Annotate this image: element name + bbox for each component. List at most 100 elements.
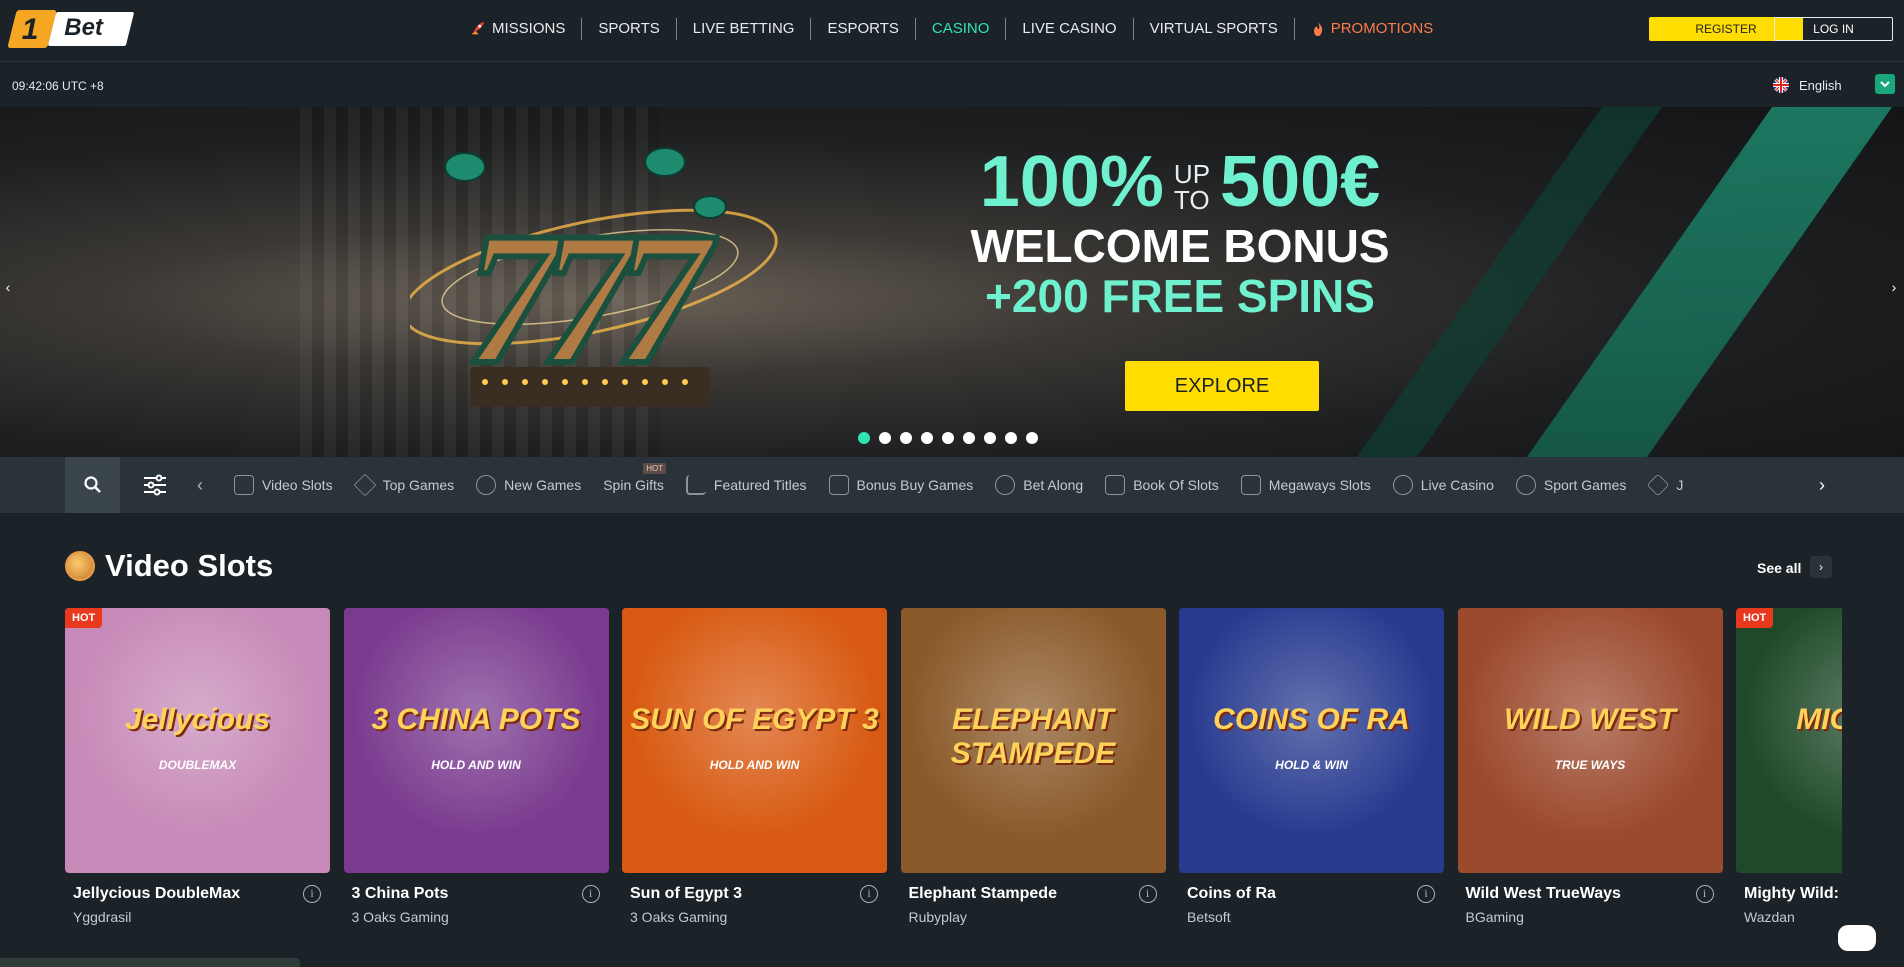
filter-button[interactable]: [138, 471, 172, 499]
chat-button[interactable]: [1838, 925, 1876, 951]
game-name: Mighty Wild:: [1744, 885, 1839, 902]
game-name: 3 China Pots: [351, 885, 449, 902]
info-icon[interactable]: i: [581, 885, 600, 903]
nav-virtual-sports[interactable]: VIRTUAL SPORTS: [1134, 18, 1295, 40]
game-card[interactable]: Jellycious DOUBLEMAX HOT Jellycious Doub…: [65, 608, 330, 925]
info-icon[interactable]: i: [303, 885, 321, 903]
game-thumbnail[interactable]: 3 CHINA POTS HOLD AND WIN: [343, 608, 609, 873]
gift-icon: [828, 475, 849, 495]
top-header: 1 Bet MISSIONS SPORTS LIVE BETTING ESPOR…: [0, 0, 1904, 62]
game-name: Jellycious DoubleMax: [73, 885, 241, 902]
lucky-777-illustration: 777: [410, 147, 778, 407]
game-card[interactable]: 3 CHINA POTS HOLD AND WIN 3 China Pots 3…: [343, 608, 609, 925]
category-featured-titles[interactable]: Featured Titles: [685, 475, 823, 495]
game-card[interactable]: WILD WEST TRUE WAYS Wild West TrueWays B…: [1457, 608, 1723, 925]
game-name: Sun of Egypt 3: [630, 885, 742, 902]
category-bonus-buy[interactable]: Bonus Buy Games: [828, 475, 990, 495]
game-art-subtitle: HOLD AND WIN: [709, 758, 800, 772]
svg-text:7: 7: [615, 194, 717, 404]
see-all-link[interactable]: See all: [1757, 560, 1801, 576]
game-art-subtitle: HOLD AND WIN: [431, 758, 521, 772]
game-name: Elephant Stampede: [908, 885, 1057, 902]
category-megaways[interactable]: Megaways Slots: [1240, 475, 1387, 495]
carousel-dot[interactable]: [900, 432, 912, 444]
game-card[interactable]: MIGHT PA HOT Mighty Wild: Wazdan i: [1736, 608, 1842, 925]
carousel-next-arrow[interactable]: ›: [1886, 267, 1902, 307]
game-thumbnail[interactable]: COINS OF RA HOLD & WIN: [1179, 608, 1444, 873]
game-thumbnail[interactable]: MIGHT PA HOT: [1736, 608, 1842, 873]
game-thumbnail[interactable]: ELEPHANT STAMPEDE: [900, 608, 1166, 873]
bonus-headline: 100% UP TO 500€ WELCOME BONUS +200 FREE …: [960, 142, 1400, 322]
carousel-prev-arrow[interactable]: ‹: [0, 267, 16, 307]
category-list: Video Slots Top Games New Games HOT Spin …: [234, 457, 1806, 513]
game-provider: Rubyplay: [908, 909, 967, 925]
game-thumbnail[interactable]: WILD WEST TRUE WAYS: [1457, 608, 1723, 873]
ball-icon: [1515, 475, 1536, 495]
nav-live-betting[interactable]: LIVE BETTING: [677, 18, 812, 40]
nav-missions[interactable]: MISSIONS: [462, 18, 583, 40]
game-card[interactable]: ELEPHANT STAMPEDE Elephant Stampede Ruby…: [900, 608, 1166, 925]
language-dropdown-toggle[interactable]: [1875, 74, 1895, 94]
game-card[interactable]: COINS OF RA HOLD & WIN Coins of Ra Betso…: [1179, 608, 1444, 925]
nav-sports[interactable]: SPORTS: [582, 18, 677, 40]
category-spin-gifts[interactable]: HOT Spin Gifts: [603, 463, 680, 493]
category-book-of-slots[interactable]: Book Of Slots: [1105, 475, 1235, 495]
category-new-games[interactable]: New Games: [476, 475, 597, 495]
info-icon[interactable]: i: [860, 885, 878, 903]
game-thumbnail[interactable]: Jellycious DOUBLEMAX HOT: [65, 608, 330, 873]
info-icon[interactable]: i: [1138, 885, 1157, 903]
hot-badge: HOT: [1736, 608, 1774, 628]
see-all-arrow[interactable]: ›: [1810, 556, 1832, 578]
promo-banner: 777 100% UP TO 500€ WELCOME BONUS +200 F…: [0, 107, 1904, 457]
uk-flag-icon: [1773, 77, 1789, 93]
carousel-dot[interactable]: [942, 432, 954, 444]
carousel-dot[interactable]: [921, 432, 933, 444]
sliders-icon: [144, 474, 166, 496]
game-card[interactable]: SUN OF EGYPT 3 HOLD AND WIN Sun of Egypt…: [622, 608, 887, 925]
category-jackpot[interactable]: J: [1647, 473, 1699, 497]
welcome-bonus-text: WELCOME BONUS: [970, 220, 1390, 272]
game-provider: Betsoft: [1187, 909, 1231, 925]
carousel-dot[interactable]: [879, 432, 891, 444]
flame-icon: [1313, 22, 1322, 36]
explore-button[interactable]: EXPLORE: [1125, 361, 1319, 411]
carousel-dot[interactable]: [858, 432, 870, 444]
carousel-dots: [858, 432, 1038, 444]
category-top-games[interactable]: Top Games: [353, 473, 471, 497]
carousel-dot[interactable]: [984, 432, 996, 444]
search-icon: [83, 476, 101, 493]
game-thumbnail[interactable]: SUN OF EGYPT 3 HOLD AND WIN: [622, 608, 887, 873]
language-selector[interactable]: English: [1773, 77, 1842, 93]
new-badge-icon: [476, 475, 497, 495]
carousel-dot[interactable]: [963, 432, 975, 444]
nav-esports[interactable]: ESPORTS: [811, 18, 916, 40]
nav-promotions[interactable]: PROMOTIONS: [1295, 18, 1450, 40]
book-icon: [1105, 475, 1126, 495]
category-live-casino[interactable]: Live Casino: [1392, 475, 1510, 495]
search-button[interactable]: [65, 457, 120, 513]
category-next-arrow[interactable]: ›: [1812, 471, 1832, 499]
brand-logo[interactable]: 1 Bet: [7, 10, 135, 48]
category-sport-games[interactable]: Sport Games: [1515, 475, 1642, 495]
login-button[interactable]: LOG IN: [1774, 17, 1893, 41]
roulette-icon: [1392, 475, 1413, 495]
info-icon[interactable]: i: [1695, 885, 1714, 903]
bonus-percent: 100%: [979, 142, 1164, 222]
category-video-slots[interactable]: Video Slots: [234, 475, 349, 495]
nav-live-casino[interactable]: LIVE CASINO: [1006, 18, 1134, 40]
game-art-title: Jellycious: [124, 703, 271, 736]
game-provider: 3 Oaks Gaming: [351, 909, 449, 925]
nav-casino[interactable]: CASINO: [916, 18, 1007, 40]
language-label: English: [1799, 77, 1842, 93]
broadcast-icon: [995, 475, 1016, 495]
rocket-icon: [471, 21, 485, 35]
carousel-dot[interactable]: [1005, 432, 1017, 444]
game-art-title: COINS OF RA: [1213, 703, 1410, 736]
info-icon[interactable]: i: [1417, 885, 1435, 903]
free-spins-text: +200 FREE SPINS: [985, 270, 1375, 322]
carousel-dot[interactable]: [1026, 432, 1038, 444]
main-nav: MISSIONS SPORTS LIVE BETTING ESPORTS CAS…: [462, 18, 1449, 40]
category-prev-arrow[interactable]: ‹: [190, 471, 210, 499]
category-bet-along[interactable]: Bet Along: [995, 475, 1099, 495]
game-provider: BGaming: [1465, 909, 1524, 925]
